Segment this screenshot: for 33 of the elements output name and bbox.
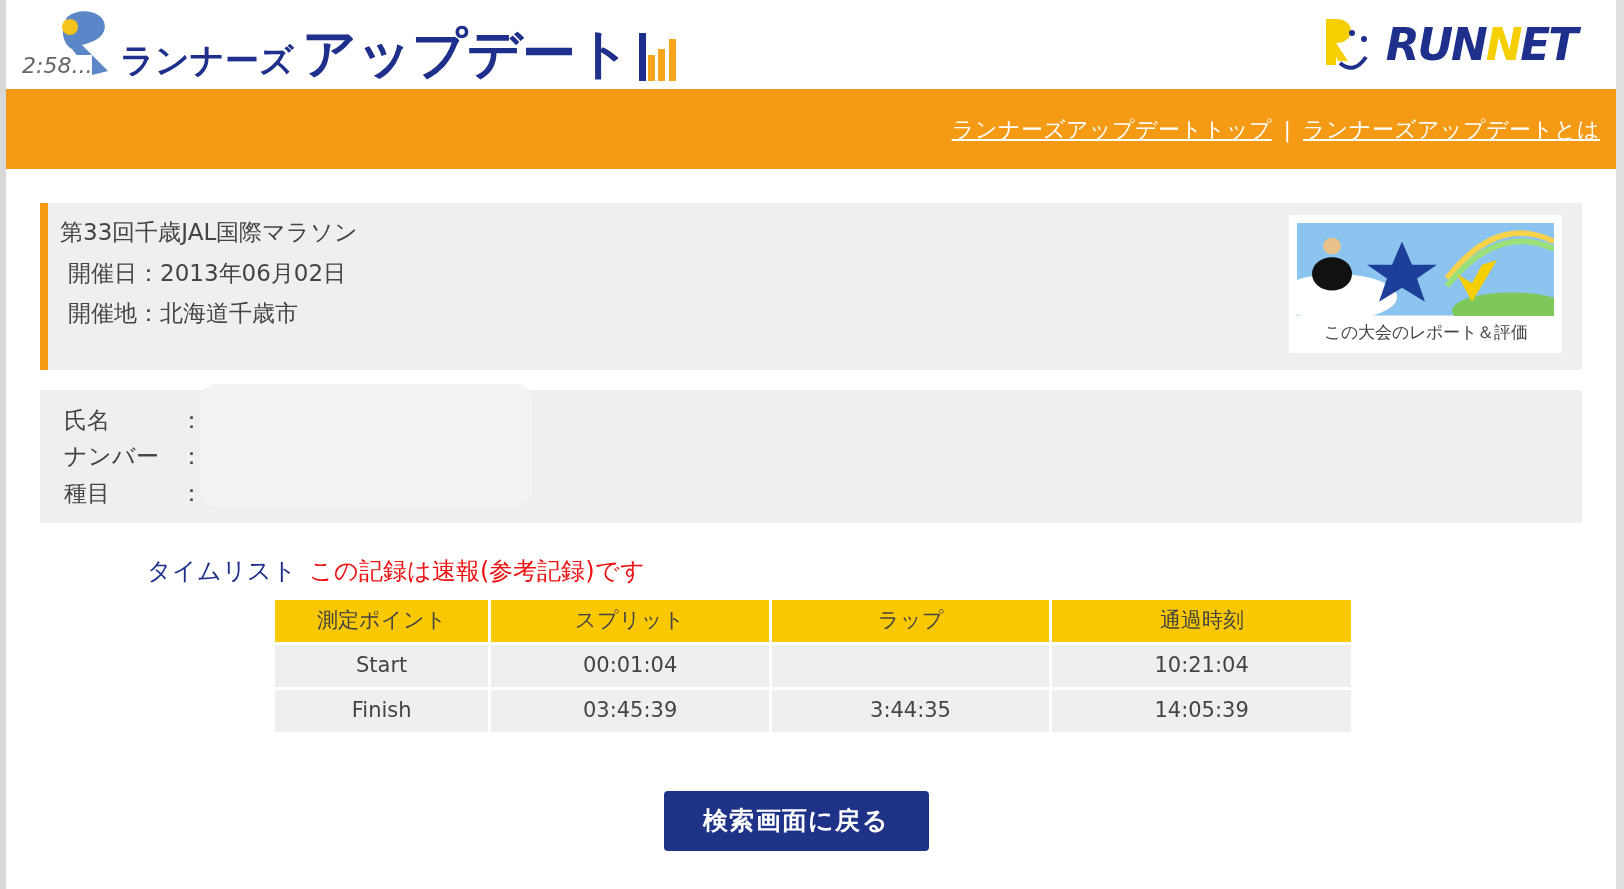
table-cell: 00:01:04 <box>491 645 769 687</box>
timelist-title: タイムリスト <box>147 556 297 587</box>
table-cell: Start <box>275 645 489 687</box>
field-label: ナンバー <box>64 442 160 472</box>
field-separator: ： <box>180 405 203 435</box>
back-to-search-button[interactable]: 検索画面に戻る <box>663 791 929 851</box>
table-cell: 14:05:39 <box>1052 690 1351 732</box>
table-cell: 10:21:04 <box>1052 645 1351 687</box>
table-cell: 3:44:35 <box>771 690 1050 732</box>
bars-icon <box>639 32 679 81</box>
field-separator: ： <box>180 442 203 472</box>
column-header: 通過時刻 <box>1052 600 1351 642</box>
column-header: 測定ポイント <box>275 600 489 642</box>
event-title: 第33回千歳JAL国際マラソン <box>60 218 359 247</box>
table-cell: Finish <box>275 690 489 732</box>
field-label: 氏名 <box>64 405 111 435</box>
logo-subtitle: ランナーズ <box>120 42 294 77</box>
column-header: ラップ <box>771 600 1050 642</box>
banner-caption: この大会のレポート＆評価 <box>1323 320 1528 344</box>
logo-clock: 2:58... <box>22 54 93 77</box>
field-label: 開催地： <box>68 299 160 328</box>
report-banner[interactable]: この大会のレポート＆評価 <box>1289 215 1562 353</box>
logo-title: アップデート <box>302 26 631 81</box>
field-separator: ： <box>180 478 203 508</box>
field-label: 種目 <box>64 478 111 508</box>
field-label: 開催日： <box>68 258 160 288</box>
column-header: スプリット <box>491 600 769 642</box>
table-cell: 03:45:39 <box>491 690 769 732</box>
field-value: 2013年06月02日 <box>160 258 347 288</box>
field-value: 北海道千歳市 <box>160 299 298 328</box>
record-notice: この記録は速報(参考記録)です <box>309 556 645 587</box>
scrollbar[interactable] <box>1616 0 1624 889</box>
nav-separator: | <box>1283 115 1291 145</box>
